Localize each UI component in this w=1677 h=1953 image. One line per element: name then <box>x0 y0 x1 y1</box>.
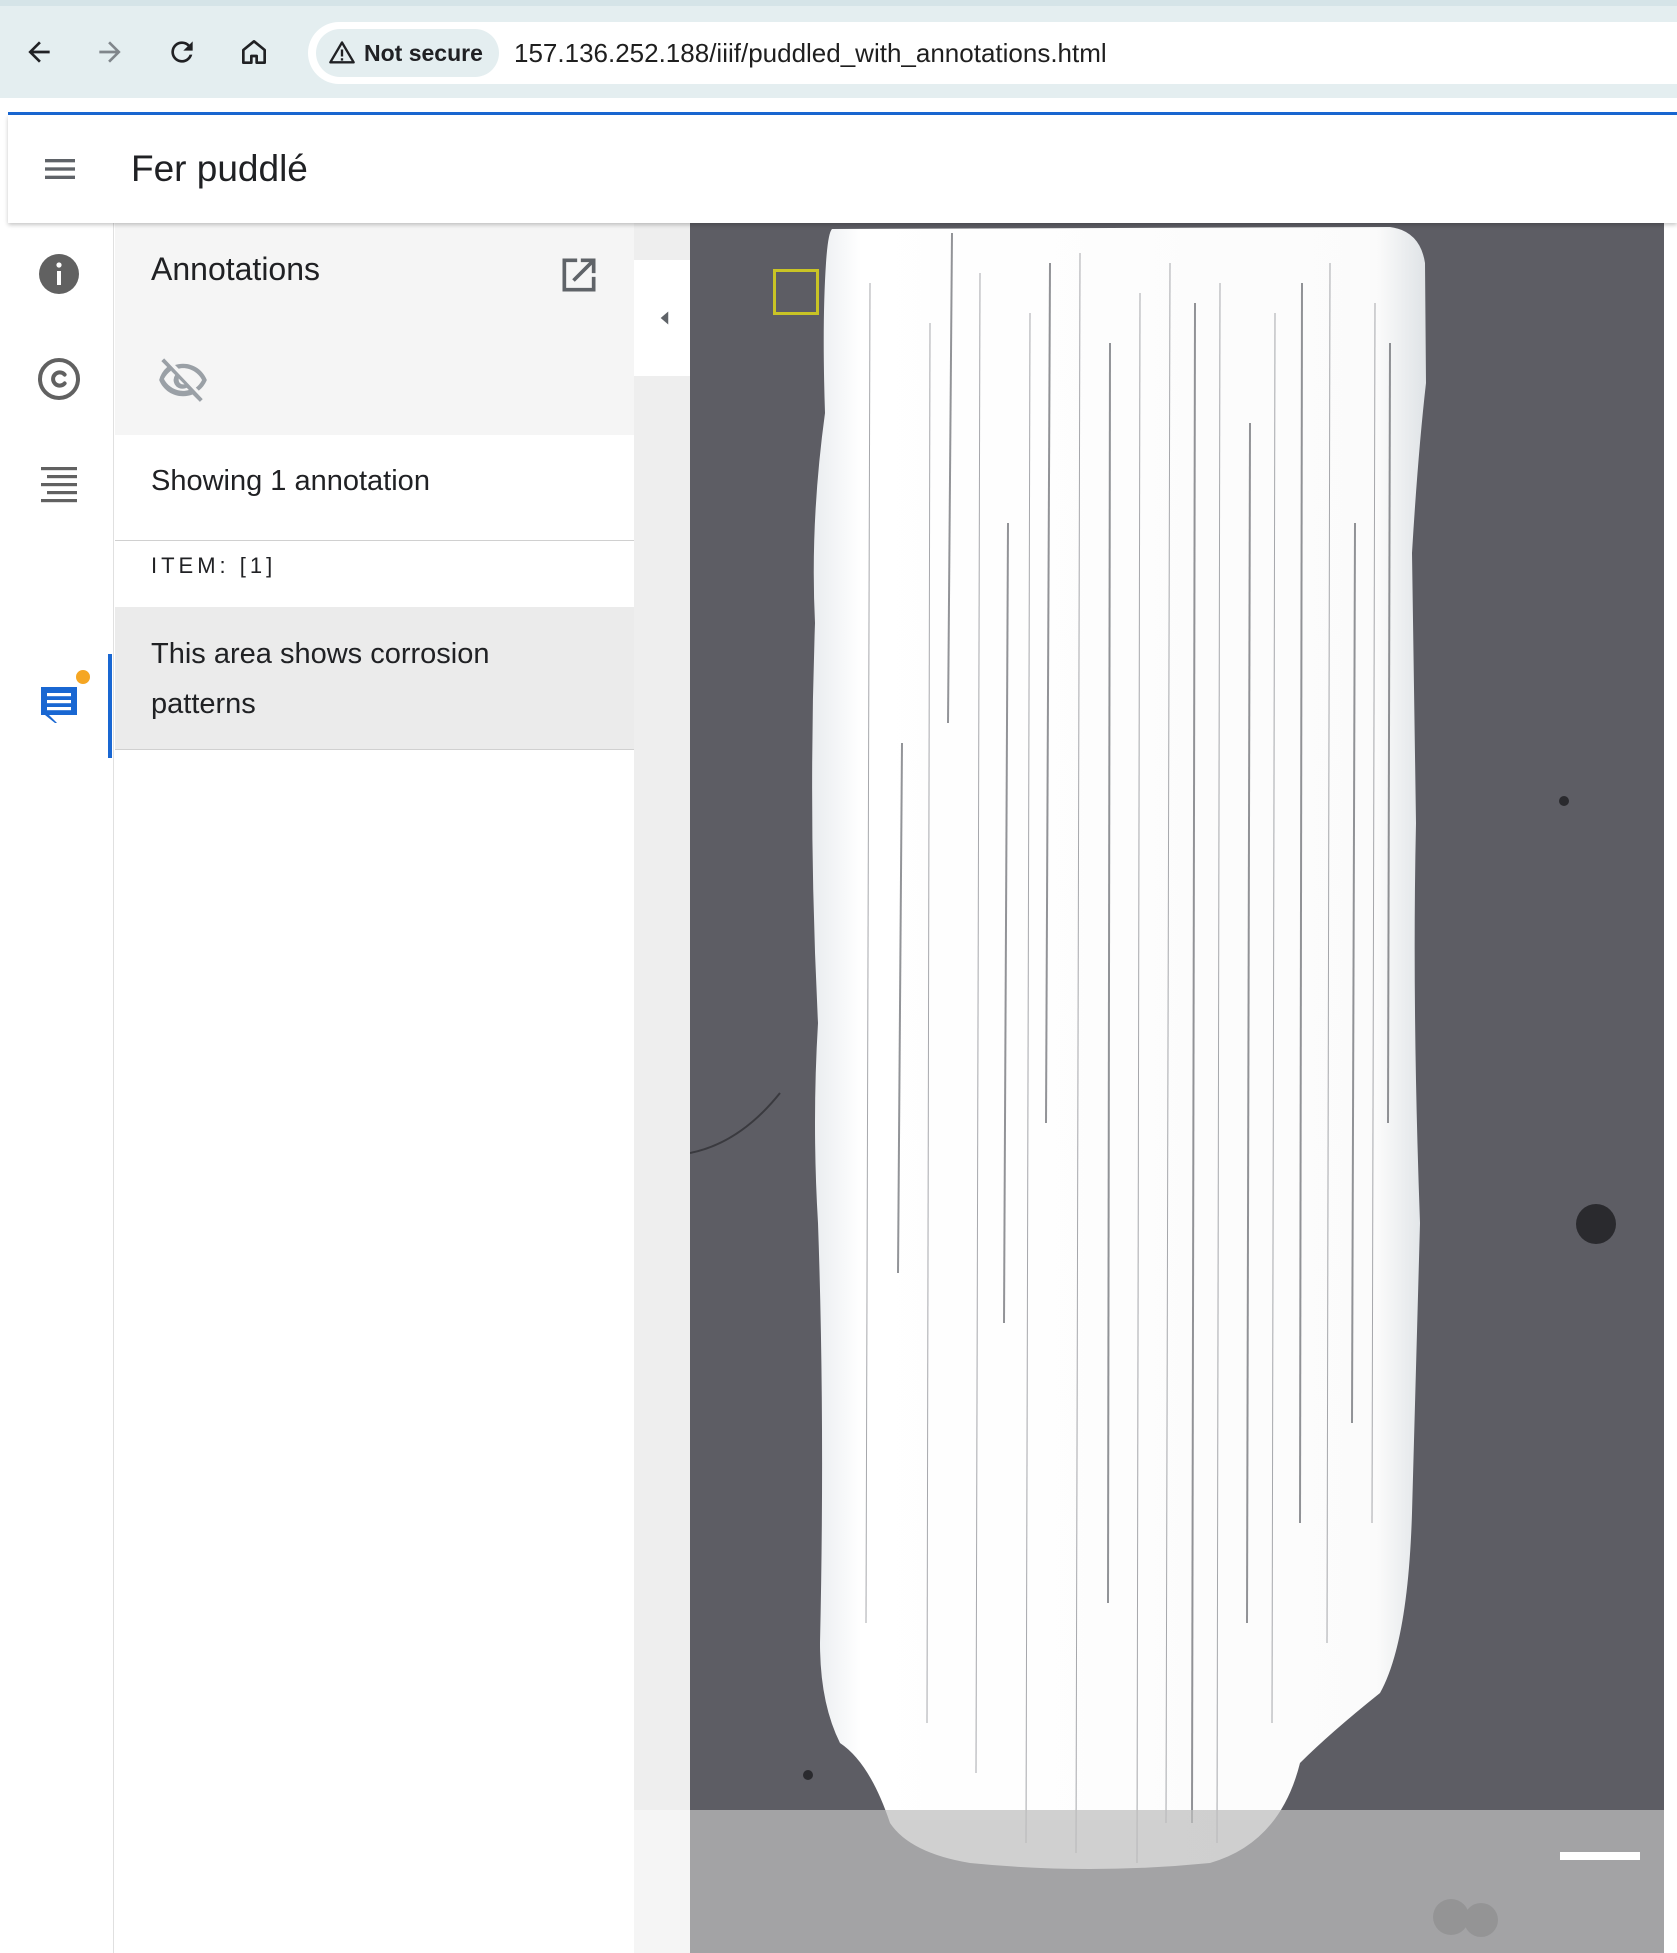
panel-title: Annotations <box>151 251 321 287</box>
active-indicator <box>108 654 112 758</box>
forward-button[interactable] <box>86 28 134 76</box>
copyright-icon <box>38 358 80 400</box>
eye-off-icon <box>159 358 207 402</box>
rail-item-index[interactable] <box>30 456 88 514</box>
image-viewer[interactable] <box>690 223 1674 1953</box>
caret-left-icon <box>660 311 669 325</box>
toggle-annotations-visibility-button[interactable] <box>155 352 211 408</box>
url-text[interactable]: 157.136.252.188/iiif/puddled_with_annota… <box>514 22 1107 84</box>
back-button[interactable] <box>15 28 63 76</box>
micrograph-image <box>690 223 1664 1953</box>
address-bar[interactable]: Not secure 157.136.252.188/iiif/puddled_… <box>308 22 1677 84</box>
security-label: Not secure <box>364 39 483 66</box>
page-title: Fer puddlé <box>131 148 308 189</box>
warning-icon <box>329 41 355 64</box>
collapse-panel-button[interactable] <box>634 260 696 376</box>
viewer-app: Fer puddlé Annotations Showing 1 annotat… <box>8 112 1677 1953</box>
reference-strip <box>690 1810 1664 1953</box>
viewer-edge <box>1664 223 1674 1953</box>
annotation-count: Showing 1 annotation <box>151 465 430 497</box>
reload-icon <box>171 41 193 63</box>
annotations-panel: Annotations Showing 1 annotation ITEM: [… <box>115 223 634 1953</box>
scale-bar <box>1560 1852 1640 1860</box>
gutter-footer <box>634 1810 690 1953</box>
reload-button[interactable] <box>158 28 206 76</box>
notification-badge <box>74 668 92 686</box>
companion-rail <box>8 223 114 1953</box>
browser-toolbar: Not secure 157.136.252.188/iiif/puddled_… <box>0 0 1677 98</box>
arrow-right-icon <box>99 41 121 63</box>
info-icon <box>39 254 79 294</box>
app-header: Fer puddlé <box>8 115 1677 223</box>
menu-button[interactable] <box>38 147 82 191</box>
home-button[interactable] <box>230 28 278 76</box>
item-label: ITEM: [1] <box>151 553 277 578</box>
home-icon <box>242 40 266 64</box>
divider <box>115 540 634 541</box>
annotations-icon <box>41 687 77 723</box>
rail-item-rights[interactable] <box>30 350 88 408</box>
open-in-new-icon <box>562 258 596 292</box>
panel-header: Annotations <box>115 223 634 435</box>
list-icon <box>41 467 77 503</box>
annotation-list-item[interactable]: This area shows corrosion patterns <box>115 607 634 750</box>
annotation-region[interactable] <box>773 269 819 315</box>
annotation-text: This area shows corrosion patterns <box>151 638 490 720</box>
panel-gutter <box>634 223 690 1953</box>
hamburger-icon <box>45 159 75 179</box>
rail-item-info[interactable] <box>30 245 88 303</box>
popout-button[interactable] <box>555 251 603 299</box>
tab-strip <box>0 0 1677 6</box>
arrow-left-icon <box>28 41 50 63</box>
security-chip[interactable]: Not secure <box>316 29 499 77</box>
